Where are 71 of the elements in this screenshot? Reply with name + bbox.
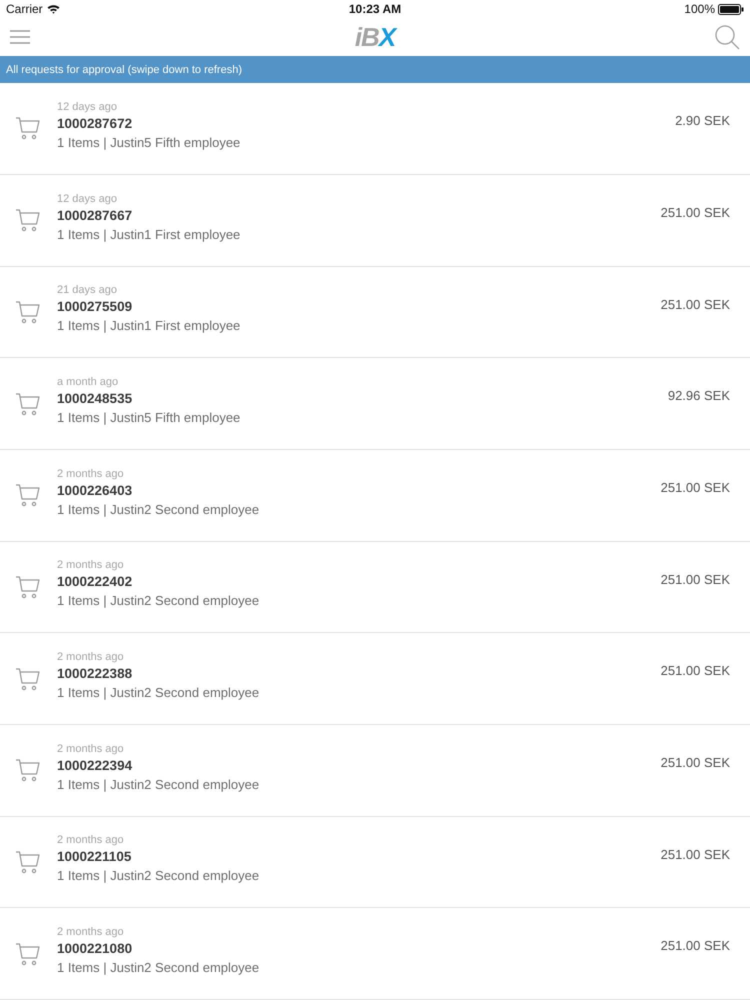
request-summary: 1 Items | Justin5 Fifth employee bbox=[57, 409, 242, 428]
request-amount: 251.00 SEK bbox=[660, 572, 730, 587]
request-number: 1000221105 bbox=[57, 848, 132, 866]
request-row[interactable]: 2 months ago 1000226403 1 Items | Justin2 Second employee 251.00 SEK bbox=[0, 450, 750, 542]
menu-button[interactable] bbox=[10, 30, 30, 44]
request-number: 1000222394 bbox=[57, 756, 134, 775]
request-row[interactable]: 12 days ago 1000287667 1 Items | Justin1 First employee 251.00 SEK bbox=[0, 174, 750, 267]
request-age: 2 months ago bbox=[57, 650, 125, 666]
cart-icon bbox=[15, 940, 41, 967]
banner-text: All requests for approval (swipe down to refresh) bbox=[6, 64, 242, 76]
request-number: 1000248535 bbox=[57, 390, 134, 408]
request-summary: 1 Items | Justin1 First employee bbox=[57, 317, 242, 336]
battery-icon bbox=[718, 4, 744, 15]
request-number: 1000221080 bbox=[57, 940, 134, 958]
search-button[interactable] bbox=[715, 24, 740, 50]
request-amount: 251.00 SEK bbox=[660, 296, 730, 312]
request-amount: 251.00 SEK bbox=[660, 938, 730, 954]
request-summary: 1 Items | Justin2 Second employee bbox=[57, 592, 260, 610]
cart-icon bbox=[15, 757, 41, 784]
wifi-icon bbox=[46, 4, 60, 14]
request-age: 12 days ago bbox=[57, 100, 118, 115]
cart-icon bbox=[15, 666, 41, 692]
carrier-name: Carrier bbox=[6, 2, 43, 16]
request-row[interactable]: 21 days ago 1000275509 1 Items | Justin1 First employee 251.00 SEK bbox=[0, 266, 750, 358]
request-number: 1000275509 bbox=[57, 298, 134, 316]
request-summary: 1 Items | Justin2 Second employee bbox=[57, 867, 260, 886]
request-amount: 251.00 SEK bbox=[660, 480, 730, 495]
request-age: a month ago bbox=[57, 375, 120, 390]
request-amount: 251.00 SEK bbox=[660, 204, 730, 220]
request-amount: 251.00 SEK bbox=[660, 754, 730, 770]
cart-icon bbox=[15, 390, 41, 417]
request-row[interactable]: 2 months ago 1000222394 1 Items | Justin2 Second employee 251.00 SEK bbox=[0, 724, 750, 817]
request-row[interactable]: 2 months ago 1000222388 1 Items | Justin2 Second employee 251.00 SEK bbox=[0, 633, 750, 725]
request-age: 21 days ago bbox=[57, 283, 118, 298]
request-age: 12 days ago bbox=[57, 192, 118, 207]
request-summary: 1 Items | Justin2 Second employee bbox=[57, 500, 260, 519]
cart-icon bbox=[15, 574, 41, 600]
request-amount: 251.00 SEK bbox=[660, 846, 730, 862]
request-summary: 1 Items | Justin2 Second employee bbox=[57, 776, 260, 794]
cart-icon bbox=[15, 482, 41, 508]
cart-icon bbox=[15, 848, 41, 875]
request-summary: 1 Items | Justin5 Fifth employee bbox=[57, 134, 242, 152]
request-age: 2 months ago bbox=[57, 833, 125, 848]
request-row[interactable]: a month ago 1000248535 1 Items | Justin5 Fifth employee 92.96 SEK bbox=[0, 358, 750, 450]
battery-percent: 100% bbox=[684, 2, 715, 16]
search-icon bbox=[715, 24, 740, 50]
request-summary: 1 Items | Justin2 Second employee bbox=[57, 684, 260, 702]
request-number: 1000222388 bbox=[57, 665, 134, 684]
request-row[interactable]: 2 months ago 1000221080 1 Items | Justin2 Second employee 251.00 SEK bbox=[0, 908, 750, 1000]
request-amount: 2.90 SEK bbox=[675, 113, 730, 128]
request-age: 2 months ago bbox=[57, 742, 125, 757]
app-logo: iBX bbox=[354, 23, 396, 52]
request-row[interactable]: 12 days ago 1000287672 1 Items | Justin5 Fifth employee 2.90 SEK bbox=[0, 83, 750, 175]
status-time: 10:23 AM bbox=[348, 2, 402, 16]
menu-icon bbox=[10, 30, 30, 44]
request-summary: 1 Items | Justin2 Second employee bbox=[57, 959, 260, 978]
request-row[interactable]: 2 months ago 1000222402 1 Items | Justin2 Second employee 251.00 SEK bbox=[0, 542, 750, 634]
cart-icon bbox=[15, 298, 41, 325]
request-number: 1000222402 bbox=[57, 573, 134, 592]
request-age: 2 months ago bbox=[57, 925, 125, 940]
cart-icon bbox=[15, 115, 41, 142]
request-summary: 1 Items | Justin1 First employee bbox=[57, 226, 242, 244]
request-age: 2 months ago bbox=[57, 558, 125, 574]
request-amount: 251.00 SEK bbox=[660, 663, 730, 678]
request-row[interactable]: 2 months ago 1000221105 1 Items | Justin2 Second employee 251.00 SEK bbox=[0, 816, 750, 908]
request-amount: 92.96 SEK bbox=[668, 388, 730, 404]
request-number: 1000287667 bbox=[57, 206, 134, 225]
cart-icon bbox=[15, 207, 41, 234]
request-number: 1000287672 bbox=[57, 114, 134, 133]
request-number: 1000226403 bbox=[57, 482, 134, 500]
request-age: 2 months ago bbox=[57, 466, 125, 482]
